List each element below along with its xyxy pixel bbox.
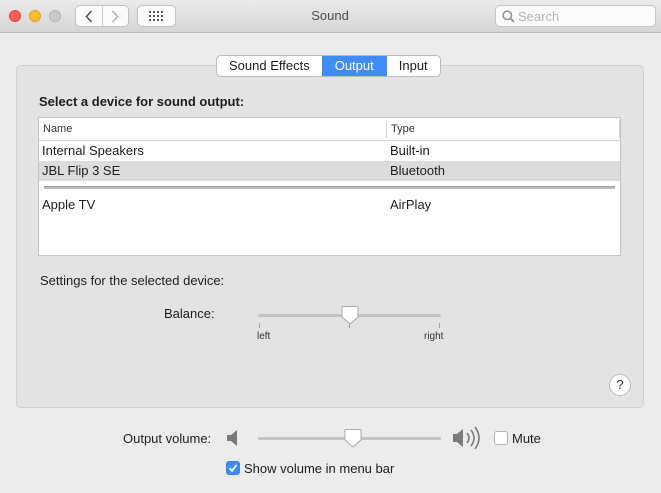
minimize-window-button[interactable]	[29, 10, 41, 22]
column-divider	[619, 120, 620, 138]
search-field[interactable]	[495, 5, 656, 27]
table-separator	[39, 181, 620, 195]
tab-input[interactable]: Input	[385, 56, 440, 76]
show-volume-checkbox[interactable]	[226, 461, 240, 475]
back-button[interactable]	[76, 6, 102, 26]
device-type: Built-in	[390, 143, 430, 158]
settings-heading: Settings for the selected device:	[40, 273, 225, 288]
mute-label[interactable]: Mute	[512, 431, 541, 446]
output-volume-label: Output volume:	[123, 431, 212, 446]
tab-sound-effects[interactable]: Sound Effects	[217, 56, 322, 76]
grid-icon	[149, 10, 163, 21]
balance-right-label: right	[424, 331, 444, 342]
column-header-name[interactable]: Name	[43, 123, 72, 135]
volume-slider-thumb[interactable]	[344, 428, 362, 448]
table-row[interactable]: Apple TV AirPlay	[39, 195, 620, 215]
device-name: Internal Speakers	[42, 143, 144, 158]
output-device-table[interactable]: Name Type Internal Speakers Built-in JBL…	[38, 117, 621, 256]
forward-button[interactable]	[101, 6, 129, 26]
table-row[interactable]: JBL Flip 3 SE Bluetooth	[39, 161, 620, 181]
balance-tick	[259, 323, 260, 328]
chevron-right-icon	[112, 9, 119, 23]
output-device-heading: Select a device for sound output:	[39, 94, 245, 109]
help-button[interactable]: ?	[609, 374, 631, 396]
search-input[interactable]	[518, 8, 650, 24]
device-type: Bluetooth	[390, 163, 445, 178]
device-name: JBL Flip 3 SE	[42, 163, 121, 178]
close-window-button[interactable]	[9, 10, 21, 22]
checkmark-icon	[228, 464, 238, 473]
tab-output[interactable]: Output	[321, 56, 386, 76]
window-titlebar: Sound	[0, 0, 661, 33]
mute-checkbox[interactable]	[494, 431, 508, 445]
tab-bar: Sound Effects Output Input	[216, 55, 441, 77]
show-all-button[interactable]	[137, 5, 176, 27]
balance-left-label: left	[257, 331, 271, 342]
balance-slider-thumb[interactable]	[341, 305, 359, 325]
window-title: Sound	[311, 8, 349, 23]
separator-line	[44, 186, 615, 189]
balance-tick	[439, 323, 440, 328]
back-forward-group	[75, 5, 129, 27]
table-row[interactable]: Internal Speakers Built-in	[39, 141, 620, 161]
zoom-window-button[interactable]	[49, 10, 61, 22]
table-header: Name Type	[39, 118, 620, 141]
show-volume-label[interactable]: Show volume in menu bar	[244, 461, 394, 476]
balance-label: Balance:	[164, 306, 215, 321]
device-name: Apple TV	[42, 197, 96, 212]
chevron-left-icon	[85, 9, 92, 23]
magnifier-icon	[502, 10, 515, 23]
column-divider[interactable]	[386, 120, 387, 138]
speaker-low-icon	[227, 430, 237, 446]
speaker-high-icon	[453, 426, 480, 450]
column-header-type[interactable]: Type	[391, 123, 415, 135]
device-type: AirPlay	[390, 197, 432, 212]
